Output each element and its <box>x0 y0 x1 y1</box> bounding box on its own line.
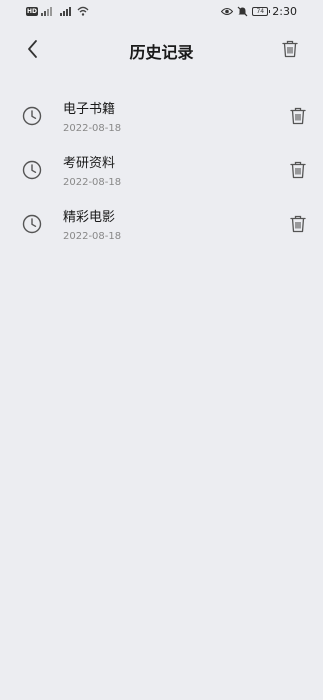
delete-item-button[interactable] <box>286 212 310 236</box>
hd-badge: HD <box>26 6 39 16</box>
clock-icon <box>21 105 43 127</box>
trash-icon <box>282 40 298 58</box>
history-item-title: 精彩电影 <box>63 210 116 225</box>
trash-icon <box>290 107 306 125</box>
history-item-date: 2022-08-18 <box>63 231 122 242</box>
history-list: 电子书籍 2022-08-18 考研资料 2022-08-18 精彩电影 202… <box>0 90 323 252</box>
mute-icon <box>237 6 248 17</box>
status-bar: HD 74 2:30 <box>0 0 323 24</box>
header: 历史记录 <box>0 24 323 76</box>
battery-icon: 74 <box>252 7 271 16</box>
history-item-date: 2022-08-18 <box>63 123 122 134</box>
delete-item-button[interactable] <box>286 104 310 128</box>
eye-icon <box>221 7 234 16</box>
delete-item-button[interactable] <box>286 158 310 182</box>
trash-icon <box>290 215 306 233</box>
history-item[interactable]: 考研资料 2022-08-18 <box>0 144 323 198</box>
status-time: 2:30 <box>272 5 297 18</box>
signal-4g-icon <box>58 6 74 16</box>
wifi-icon <box>77 6 89 16</box>
trash-icon <box>290 161 306 179</box>
clock-icon <box>21 213 43 235</box>
signal-icon <box>41 6 55 16</box>
status-bar-right: 74 2:30 <box>221 5 297 18</box>
history-item[interactable]: 电子书籍 2022-08-18 <box>0 90 323 144</box>
history-item-date: 2022-08-18 <box>63 177 122 188</box>
page-title: 历史记录 <box>129 43 194 62</box>
clock-icon <box>21 159 43 181</box>
clear-all-button[interactable] <box>278 37 302 61</box>
history-item[interactable]: 精彩电影 2022-08-18 <box>0 198 323 252</box>
status-bar-left: HD <box>26 6 89 16</box>
history-item-title: 电子书籍 <box>63 102 116 117</box>
history-item-title: 考研资料 <box>63 156 116 171</box>
